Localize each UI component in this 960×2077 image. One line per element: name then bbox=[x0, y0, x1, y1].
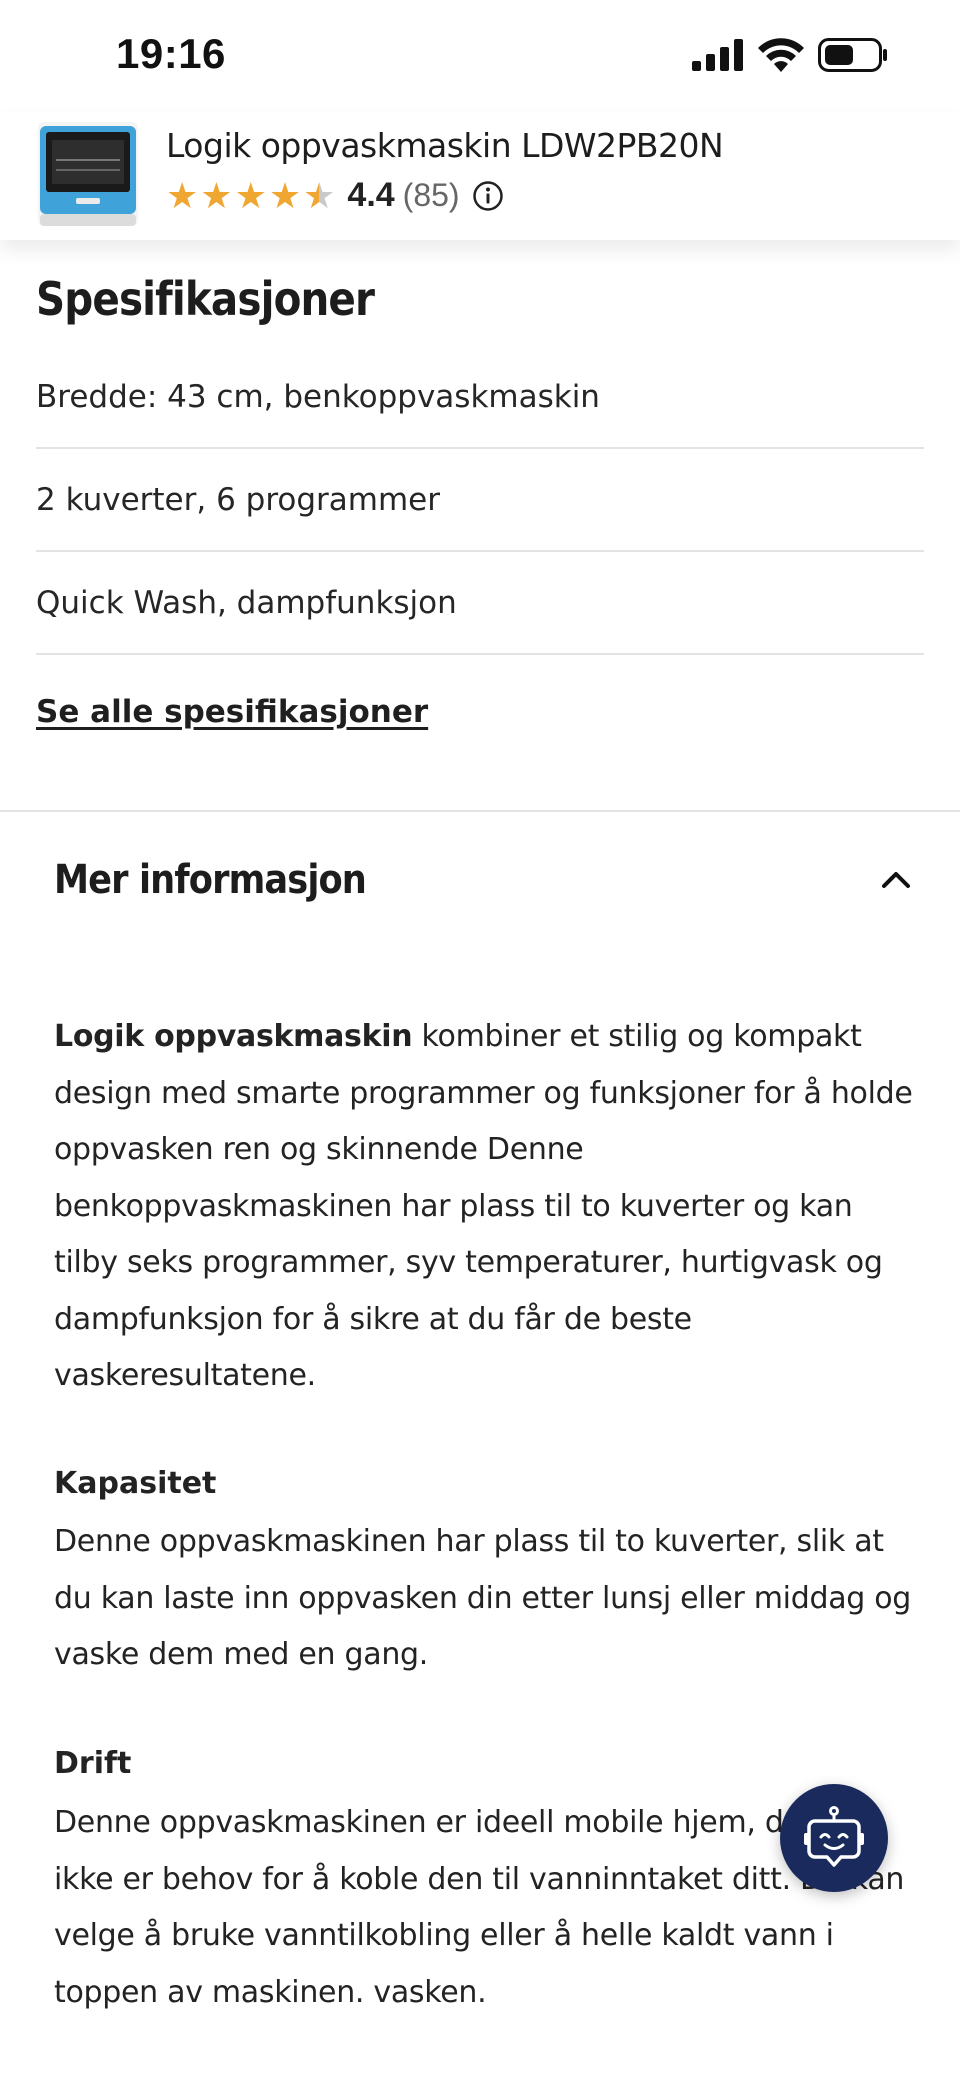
product-header: Logik oppvaskmaskin LDW2PB20N ★ ★ ★ ★ ★ … bbox=[0, 112, 960, 240]
battery-icon bbox=[818, 38, 887, 72]
review-count: (85) bbox=[402, 177, 460, 213]
star-icon: ★ bbox=[166, 174, 199, 216]
spec-item: Quick Wash, dampfunksjon bbox=[36, 552, 924, 655]
half-star-icon: ★ bbox=[303, 174, 336, 216]
star-icon: ★ bbox=[234, 174, 267, 216]
chevron-up-icon[interactable] bbox=[878, 862, 914, 898]
wifi-icon bbox=[758, 38, 804, 72]
product-title: Logik oppvaskmaskin LDW2PB20N bbox=[166, 126, 724, 165]
capacity-heading: Kapasitet bbox=[54, 1466, 217, 1501]
more-info-intro: Logik oppvaskmaskin kombiner et stilig o… bbox=[54, 1009, 914, 1405]
star-icon: ★ bbox=[200, 174, 233, 216]
star-rating: ★ ★ ★ ★ ★ bbox=[166, 174, 336, 216]
status-icons bbox=[692, 38, 888, 72]
status-bar: 19:16 bbox=[0, 0, 960, 112]
cellular-signal-icon bbox=[692, 39, 743, 71]
intro-text: kombiner et stilig og kompakt design med… bbox=[54, 1019, 913, 1393]
product-thumbnail[interactable] bbox=[36, 120, 140, 228]
status-time: 19:16 bbox=[116, 30, 226, 77]
specifications-heading: Spesifikasjoner bbox=[36, 272, 375, 326]
capacity-text: Denne oppvaskmaskinen har plass til to k… bbox=[54, 1524, 912, 1672]
see-all-specifications-link[interactable]: Se alle spesifikasjoner bbox=[36, 694, 428, 730]
section-divider bbox=[0, 810, 960, 812]
chatbot-button[interactable] bbox=[780, 1784, 888, 1892]
rating-value: 4.4 bbox=[347, 176, 395, 214]
operation-heading: Drift bbox=[54, 1746, 132, 1781]
rating-row[interactable]: ★ ★ ★ ★ ★ 4.4 (85) bbox=[166, 176, 504, 215]
more-info-accordion-header[interactable]: Mer informasjon bbox=[54, 850, 914, 910]
more-info-heading: Mer informasjon bbox=[54, 857, 367, 903]
spec-item: 2 kuverter, 6 programmer bbox=[36, 449, 924, 552]
info-icon[interactable] bbox=[472, 180, 504, 212]
intro-bold-text: Logik oppvaskmaskin bbox=[54, 1019, 413, 1054]
spec-item: Bredde: 43 cm, benkoppvaskmaskin bbox=[36, 346, 924, 449]
star-icon: ★ bbox=[268, 174, 302, 216]
chatbot-icon bbox=[804, 1806, 864, 1867]
specifications-list: Bredde: 43 cm, benkoppvaskmaskin 2 kuver… bbox=[36, 346, 924, 655]
